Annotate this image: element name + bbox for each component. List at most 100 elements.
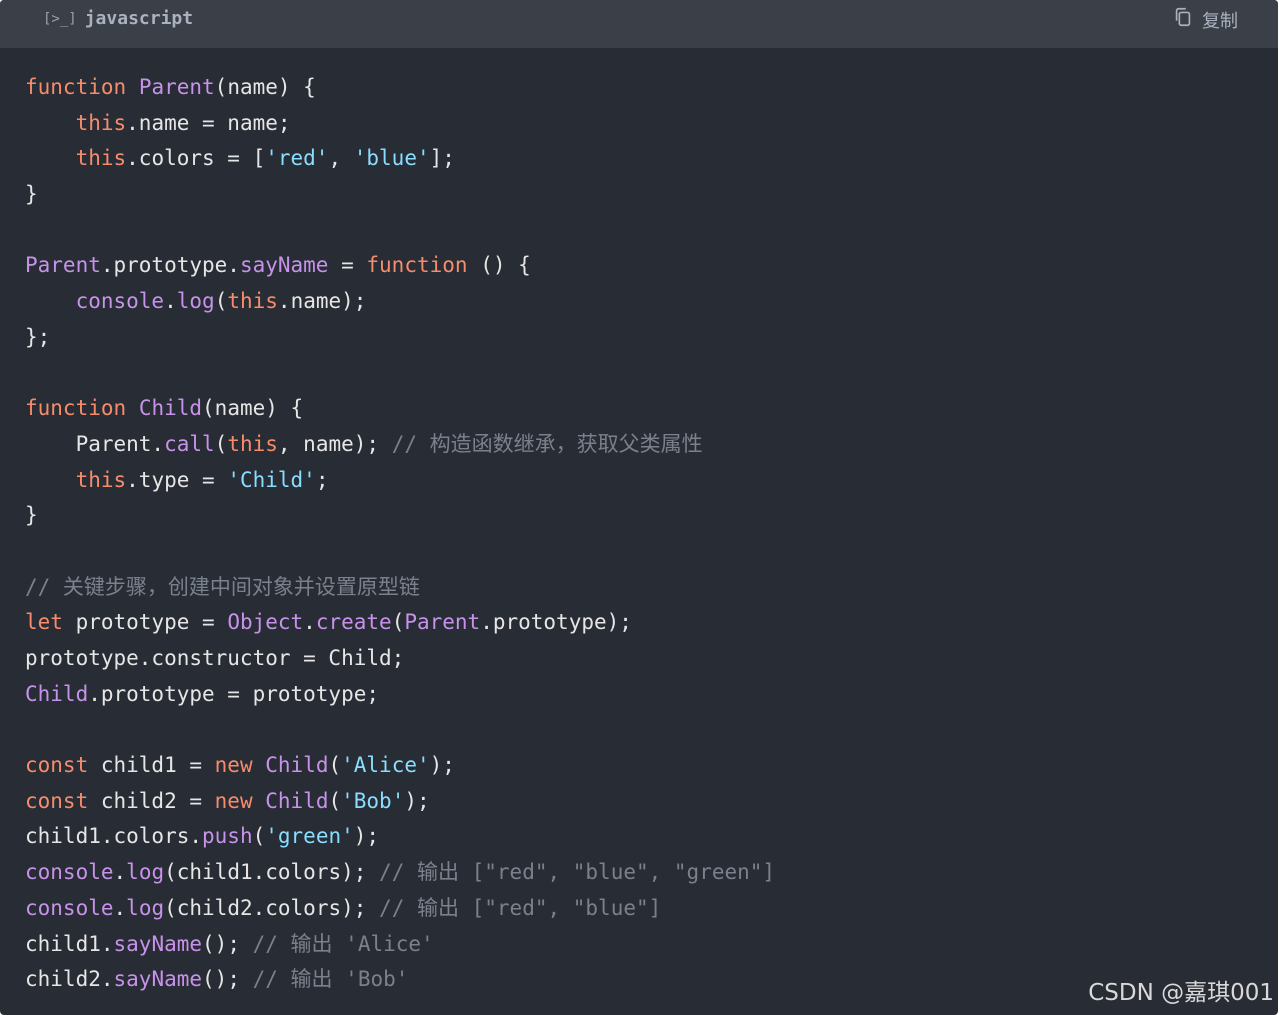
code-line: let prototype = Object.create(Parent.pro…	[25, 605, 775, 641]
code-token: (child1.colors);	[164, 860, 380, 885]
copy-icon	[1172, 6, 1194, 33]
code-header: [>_] javascript 复制	[0, 0, 1278, 48]
code-token: function	[25, 75, 127, 99]
code-token: 'red'	[265, 146, 329, 171]
code-token: .name);	[277, 289, 367, 314]
code-token: child2 =	[88, 788, 215, 813]
code-line: prototype.constructor = Child;	[25, 641, 775, 677]
code-token: // 关键步骤，创建中间对象并设置原型链	[25, 574, 420, 599]
terminal-icon: [>_]	[43, 10, 77, 27]
code-token: () {	[467, 253, 531, 278]
code-line: console.log(child1.colors); // 输出 ["red"…	[25, 855, 775, 891]
code-token: Object	[227, 610, 304, 635]
code-token: 'Child'	[227, 467, 316, 492]
code-token: (	[252, 824, 266, 849]
code-line: this.type = 'Child';	[25, 463, 775, 499]
code-token: .	[113, 860, 127, 885]
copy-button[interactable]: 复制	[1172, 6, 1238, 33]
code-line: this.name = name;	[25, 106, 775, 142]
code-token: Child	[265, 753, 329, 778]
code-line: console.log(this.name);	[25, 284, 775, 320]
code-token: child2.	[25, 967, 114, 992]
code-line: child1.sayName(); // 输出 'Alice'	[25, 927, 775, 963]
code-token: // 输出 ["red", "blue"]	[379, 895, 662, 920]
code-block: [>_] javascript 复制 function Parent(name)…	[0, 0, 1278, 1015]
code-token: .type =	[126, 467, 228, 492]
code-token: new	[214, 753, 253, 778]
code-token: const	[25, 788, 89, 813]
code-token: const	[25, 753, 89, 778]
code-line: child2.sayName(); // 输出 'Bob'	[25, 962, 775, 998]
code-token: );	[404, 788, 430, 813]
code-token: 'green'	[265, 824, 354, 849]
code-line: const child2 = new Child('Bob');	[25, 784, 775, 820]
code-token: sayName	[239, 253, 329, 278]
code-token: );	[353, 824, 380, 849]
code-token: =	[328, 253, 367, 278]
code-token: (	[214, 431, 228, 456]
code-token: // 输出 ["red", "blue", "green"]	[379, 860, 776, 885]
code-token: };	[25, 324, 51, 349]
code-token: ;	[315, 467, 329, 492]
code-token: console	[25, 895, 114, 920]
code-token: call	[164, 431, 215, 456]
code-token: create	[315, 610, 392, 635]
code-token: .name = name;	[126, 110, 291, 135]
code-token: // 构造函数继承，获取父类属性	[391, 431, 703, 456]
code-token: Child	[138, 396, 203, 421]
code-token: console	[75, 289, 165, 314]
copy-label: 复制	[1202, 10, 1238, 32]
code-line: }	[25, 498, 775, 534]
code-token: ];	[429, 146, 455, 171]
code-token: .prototype.	[100, 253, 240, 278]
code-token: .	[113, 895, 127, 920]
code-token: Child	[265, 788, 329, 813]
code-token: child1 =	[88, 753, 215, 778]
code-token: Parent	[404, 610, 481, 635]
code-token: , name);	[277, 431, 392, 456]
code-token: // 输出 'Alice'	[252, 931, 434, 956]
code-token: push	[202, 824, 253, 849]
code-token: this	[227, 431, 278, 456]
code-token: ();	[202, 931, 253, 956]
code-token: sayName	[113, 931, 203, 956]
code-token: // 输出 'Bob'	[252, 967, 409, 992]
code-token: sayName	[113, 967, 203, 992]
code-token: child1.colors.	[25, 824, 203, 849]
code-token: );	[429, 753, 455, 778]
code-token: ();	[202, 967, 253, 992]
code-content: function Parent(name) { this.name = name…	[25, 70, 775, 998]
code-line: function Child(name) {	[25, 391, 775, 427]
code-token: log	[176, 289, 215, 314]
code-line: child1.colors.push('green');	[25, 819, 775, 855]
code-line: function Parent(name) {	[25, 70, 775, 106]
code-token: }	[25, 503, 38, 528]
code-token: }	[25, 182, 38, 207]
code-line: Parent.call(this, name); // 构造函数继承，获取父类属…	[25, 427, 775, 463]
code-token: (child2.colors);	[164, 895, 380, 920]
code-token: .prototype = prototype;	[88, 681, 380, 706]
code-token: .colors = [	[126, 146, 266, 171]
code-token: function	[366, 253, 468, 278]
code-token: (	[328, 753, 342, 778]
language-name: javascript	[84, 8, 194, 29]
code-token: .prototype);	[480, 610, 632, 635]
code-token: log	[126, 860, 165, 885]
watermark: CSDN @嘉琪001	[1088, 980, 1274, 1006]
code-line: Child.prototype = prototype;	[25, 677, 775, 713]
language-label: [>_] javascript	[43, 8, 193, 29]
code-token: .	[164, 289, 177, 314]
code-token: (	[214, 289, 228, 314]
code-token: this	[227, 289, 278, 314]
code-token: let	[25, 610, 63, 635]
